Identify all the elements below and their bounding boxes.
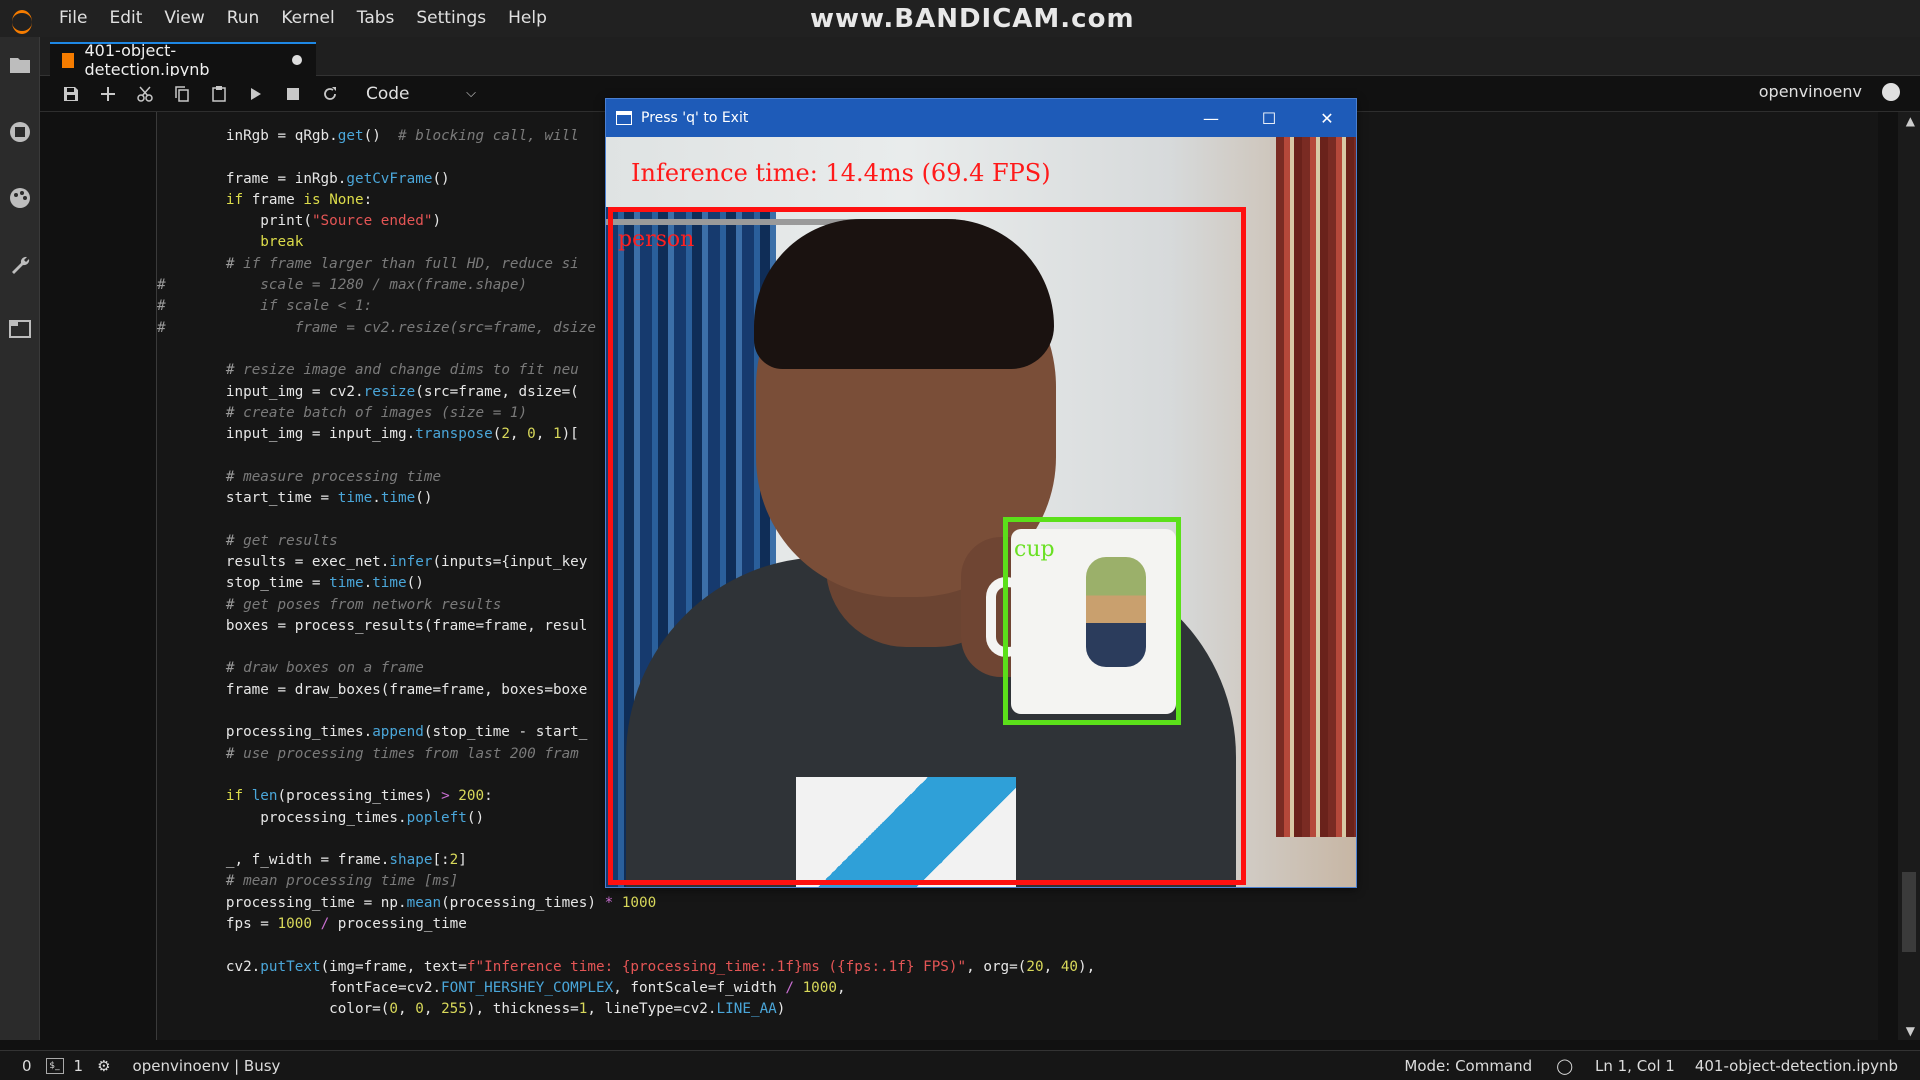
code-line[interactable]: processing_time = np.mean(processing_tim… <box>157 893 1095 914</box>
scroll-up-icon[interactable]: ▲ <box>1906 114 1915 128</box>
document-tab-bar: 401-object-detection.ipynb <box>40 37 1920 79</box>
left-sidebar <box>0 37 40 1040</box>
menu-file[interactable]: File <box>48 0 98 37</box>
status-count[interactable]: 0 <box>22 1057 32 1075</box>
detection-label-person: person <box>618 227 695 252</box>
stop-icon[interactable] <box>274 79 311 109</box>
menu-bar: File Edit View Run Kernel Tabs Settings … <box>0 0 1920 37</box>
save-icon[interactable] <box>52 79 89 109</box>
tab-notebook[interactable]: 401-object-detection.ipynb <box>50 41 316 79</box>
tabs-icon[interactable] <box>8 319 32 343</box>
cell-type-select[interactable]: Code ⌵ <box>366 84 476 104</box>
video-window-title: Press 'q' to Exit <box>641 110 749 126</box>
paste-icon[interactable] <box>200 79 237 109</box>
vertical-scrollbar[interactable]: ▲ ▼ <box>1898 112 1920 1040</box>
status-bar: 0 $_ 1 ⚙ openvinoenv | Busy Mode: Comman… <box>0 1050 1920 1080</box>
scroll-down-icon[interactable]: ▼ <box>1906 1024 1915 1038</box>
kernel-settings-icon[interactable]: ⚙ <box>97 1057 110 1075</box>
scene-curtain-right <box>1276 137 1356 837</box>
bandicam-watermark: www.BANDICAM.com <box>810 4 1135 34</box>
menu-settings[interactable]: Settings <box>405 0 497 37</box>
video-window[interactable]: Press 'q' to Exit — ☐ ✕ Inference time: … <box>605 98 1357 888</box>
menu-kernel[interactable]: Kernel <box>270 0 345 37</box>
code-line[interactable]: cv2.putText(img=frame, text=f"Inference … <box>157 957 1095 978</box>
menu-help[interactable]: Help <box>497 0 558 37</box>
code-line[interactable]: fontFace=cv2.FONT_HERSHEY_COMPLEX, fontS… <box>157 978 1095 999</box>
tab-label: 401-object-detection.ipynb <box>84 41 210 79</box>
status-filename: 401-object-detection.ipynb <box>1694 1056 1898 1075</box>
menu-run[interactable]: Run <box>216 0 271 37</box>
palette-icon[interactable] <box>8 187 32 211</box>
video-window-titlebar[interactable]: Press 'q' to Exit — ☐ ✕ <box>606 99 1356 137</box>
cell-type-value: Code <box>366 83 410 104</box>
restart-icon[interactable] <box>311 79 348 109</box>
code-line[interactable]: fps = 1000 / processing_time <box>157 914 1095 935</box>
code-line[interactable]: color=(0, 0, 255), thickness=1, lineType… <box>157 999 1095 1020</box>
folder-icon[interactable] <box>8 55 32 79</box>
menu-edit[interactable]: Edit <box>98 0 153 37</box>
cursor-position[interactable]: Ln 1, Col 1 <box>1595 1057 1675 1075</box>
code-line[interactable] <box>157 935 1095 956</box>
minimize-icon[interactable]: — <box>1182 99 1240 137</box>
running-icon[interactable] <box>8 121 32 145</box>
menu-tabs[interactable]: Tabs <box>346 0 406 37</box>
scrollbar-thumb[interactable] <box>1902 872 1916 952</box>
mode-indicator[interactable]: Mode: Command <box>1404 1057 1532 1075</box>
add-cell-icon[interactable] <box>89 79 126 109</box>
terminal-count[interactable]: 1 <box>74 1057 84 1075</box>
run-icon[interactable] <box>237 79 274 109</box>
cut-icon[interactable] <box>126 79 163 109</box>
unsaved-indicator-icon[interactable] <box>292 55 302 65</box>
shield-icon[interactable]: ◯ <box>1556 1057 1573 1075</box>
kernel-status-text[interactable]: openvinoenv | Busy <box>133 1057 281 1075</box>
kernel-status-icon <box>1882 83 1900 101</box>
video-frame: Inference time: 14.4ms (69.4 FPS) person… <box>606 137 1356 887</box>
notebook-icon <box>62 52 75 68</box>
window-controls: — ☐ ✕ <box>1182 99 1356 137</box>
menu-view[interactable]: View <box>153 0 215 37</box>
jupyterlab-window: File Edit View Run Kernel Tabs Settings … <box>0 0 1920 1080</box>
close-icon[interactable]: ✕ <box>1298 99 1356 137</box>
inference-time-overlay: Inference time: 14.4ms (69.4 FPS) <box>631 159 1051 187</box>
maximize-icon[interactable]: ☐ <box>1240 99 1298 137</box>
chevron-down-icon: ⌵ <box>466 86 476 101</box>
wrench-icon[interactable] <box>8 253 32 277</box>
jupyter-logo-icon <box>10 7 34 34</box>
copy-icon[interactable] <box>163 79 200 109</box>
terminal-icon[interactable]: $_ <box>45 1057 64 1074</box>
kernel-name[interactable]: openvinoenv <box>1759 82 1862 101</box>
detection-label-cup: cup <box>1014 537 1055 562</box>
window-icon <box>616 111 632 125</box>
